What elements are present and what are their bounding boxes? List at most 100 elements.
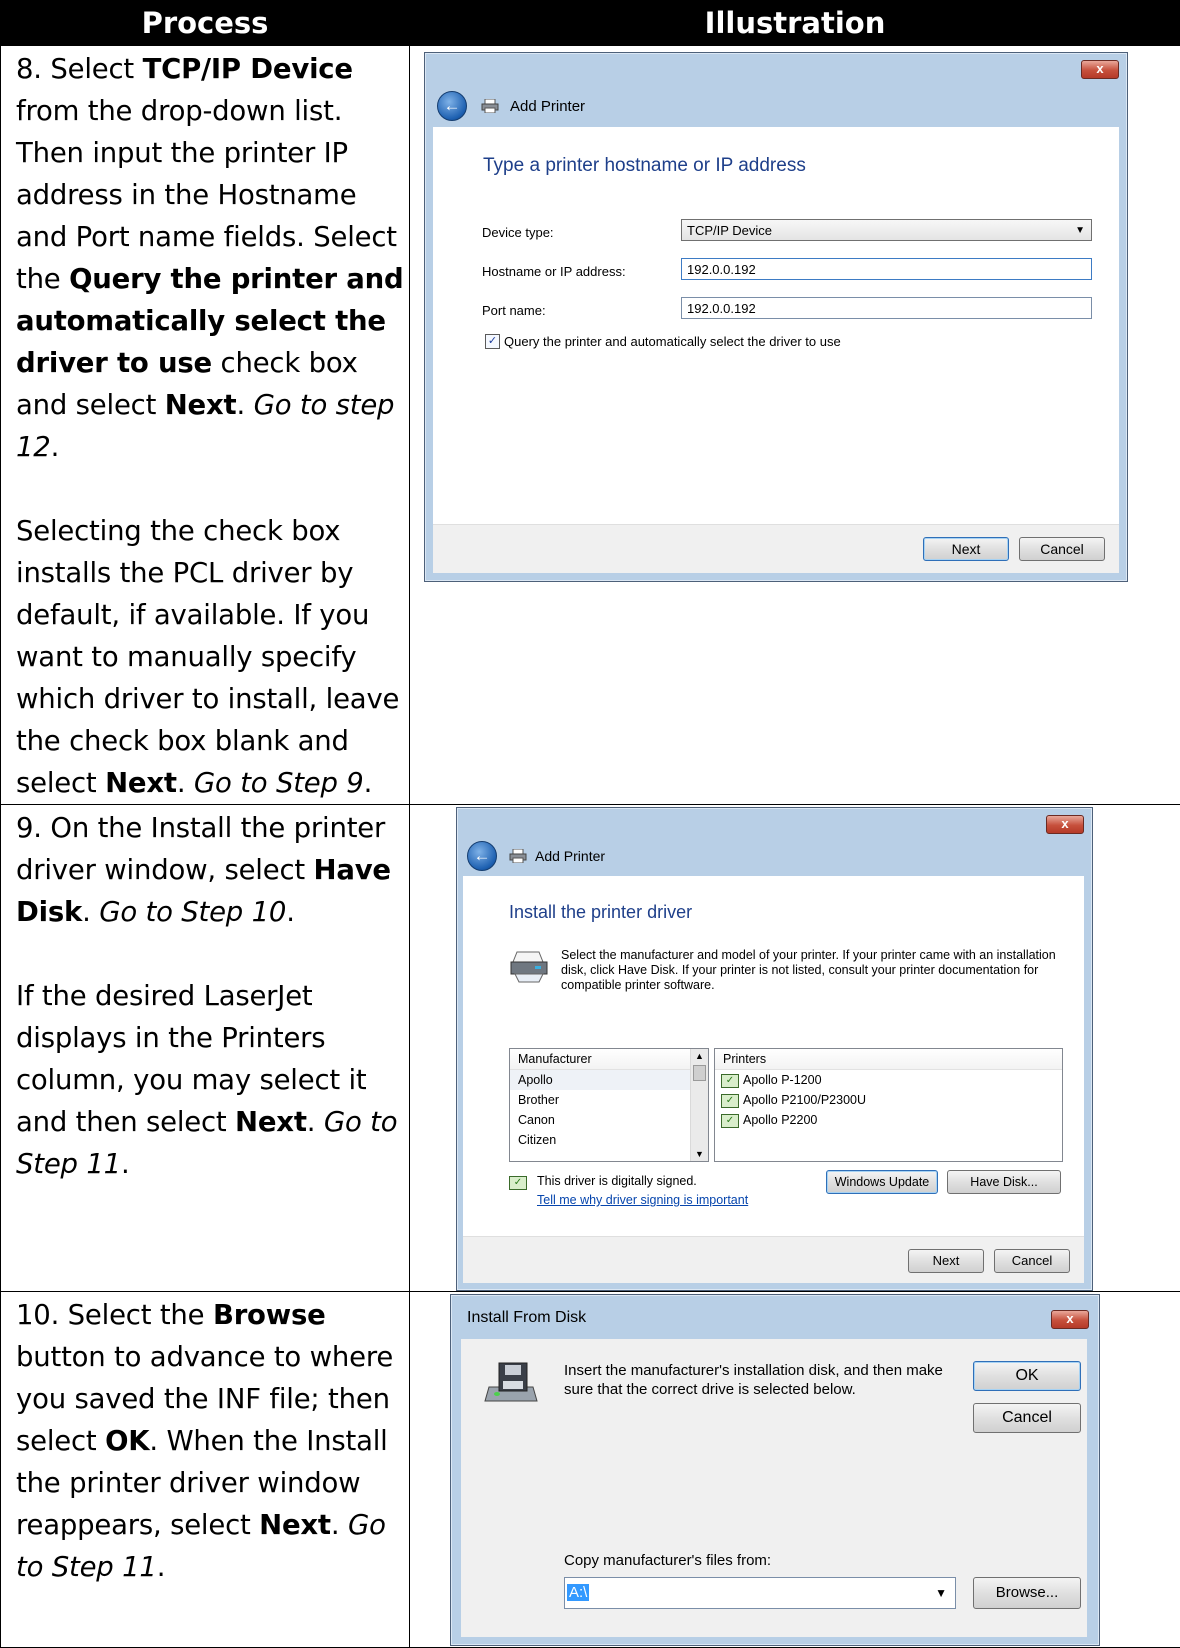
body-text: . bbox=[82, 896, 99, 928]
signed-driver-icon: ✓ bbox=[721, 1114, 739, 1128]
printer-icon bbox=[481, 99, 499, 113]
signed-driver-icon: ✓ bbox=[509, 1176, 527, 1190]
step-8-process-cell: 8. Select TCP/IP Device from the drop-do… bbox=[1, 46, 410, 805]
step-9-paragraph-2: If the desired LaserJet displays in the … bbox=[16, 975, 405, 1185]
step-8-illustration-cell: x ← Add Printer Type a printer hostname … bbox=[410, 46, 1180, 805]
chevron-down-icon: ▼ bbox=[1075, 220, 1085, 241]
ok-button[interactable]: OK bbox=[973, 1361, 1081, 1391]
manufacturer-item[interactable]: Apollo bbox=[510, 1070, 708, 1090]
step-9-text: 9. On the Install the printer driver win… bbox=[1, 805, 409, 1185]
step-9-paragraph-1: 9. On the Install the printer driver win… bbox=[16, 807, 405, 933]
hostname-label: Hostname or IP address: bbox=[482, 264, 626, 279]
body-text: 8. Select bbox=[16, 53, 143, 85]
manufacturer-scrollbar[interactable]: ▲▼ bbox=[690, 1049, 708, 1161]
dialog-heading: Type a printer hostname or IP address bbox=[483, 155, 806, 177]
disk-drive-icon bbox=[483, 1361, 539, 1405]
query-printer-label: Query the printer and automatically sele… bbox=[504, 334, 841, 349]
dialog-title: Add Printer bbox=[535, 848, 605, 864]
body-text: . bbox=[286, 896, 295, 928]
copy-from-path-combobox[interactable]: A:\ ▼ bbox=[564, 1577, 956, 1609]
printer-item[interactable]: ✓ Apollo P2200 bbox=[715, 1110, 1062, 1130]
driver-description: Select the manufacturer and model of you… bbox=[561, 948, 1056, 993]
body-text: . bbox=[51, 431, 60, 463]
next-button[interactable]: Next bbox=[923, 537, 1009, 561]
dialog-footer: Next Cancel bbox=[463, 1236, 1084, 1283]
driver-signing-link[interactable]: Tell me why driver signing is important bbox=[537, 1193, 748, 1207]
step-8-paragraph-2: Selecting the check box installs the PCL… bbox=[16, 510, 405, 804]
emphasis-text: TCP/IP Device bbox=[143, 53, 353, 85]
device-type-value: TCP/IP Device bbox=[687, 223, 772, 238]
step-10-process-cell: 10. Select the Browse button to advance … bbox=[1, 1292, 410, 1648]
have-disk-button[interactable]: Have Disk... bbox=[947, 1170, 1061, 1194]
signed-text: This driver is digitally signed. bbox=[537, 1174, 697, 1189]
windows-update-button[interactable]: Windows Update bbox=[826, 1170, 938, 1194]
step-8-text: 8. Select TCP/IP Device from the drop-do… bbox=[1, 46, 409, 804]
printer-item-label: Apollo P2200 bbox=[743, 1113, 817, 1127]
body-text: 10. Select the bbox=[16, 1299, 213, 1331]
port-name-input[interactable]: 192.0.0.192 bbox=[681, 297, 1092, 319]
printer-item-label: Apollo P-1200 bbox=[743, 1073, 822, 1087]
body-text: . bbox=[157, 1551, 166, 1583]
printer-icon bbox=[509, 849, 527, 863]
device-type-dropdown[interactable]: TCP/IP Device ▼ bbox=[681, 219, 1092, 241]
step-9-illustration-cell: x ← Add Printer Install the printer driv… bbox=[410, 805, 1180, 1292]
cancel-button[interactable]: Cancel bbox=[973, 1403, 1081, 1433]
body-text: . bbox=[331, 1509, 348, 1541]
step-10-illustration-cell: Install From Disk x Insert the manufactu… bbox=[410, 1292, 1180, 1648]
printers-header[interactable]: Printers bbox=[715, 1049, 1062, 1070]
dialog-heading: Install the printer driver bbox=[509, 902, 692, 923]
dialog-title: Install From Disk bbox=[467, 1309, 586, 1327]
body-text: . bbox=[237, 389, 254, 421]
disk-message: Insert the manufacturer's installation d… bbox=[564, 1361, 944, 1399]
port-name-label: Port name: bbox=[482, 303, 546, 318]
body-text: . bbox=[307, 1106, 324, 1138]
cancel-button[interactable]: Cancel bbox=[994, 1249, 1070, 1273]
body-text: Selecting the check box installs the PCL… bbox=[16, 515, 399, 799]
signed-driver-icon: ✓ bbox=[721, 1074, 739, 1088]
printer-item-label: Apollo P2100/P2300U bbox=[743, 1093, 866, 1107]
dialog-title: Add Printer bbox=[510, 98, 585, 115]
copy-from-path-value: A:\ bbox=[567, 1584, 589, 1601]
copy-from-label: Copy manufacturer's files from: bbox=[564, 1552, 771, 1569]
emphasis-text: OK bbox=[105, 1425, 149, 1457]
body-text: . bbox=[177, 767, 194, 799]
step-10-text: 10. Select the Browse button to advance … bbox=[1, 1292, 409, 1588]
emphasis-text: Browse bbox=[213, 1299, 326, 1331]
add-printer-dialog-driver: x ← Add Printer Install the printer driv… bbox=[456, 807, 1093, 1291]
add-printer-dialog-hostname: x ← Add Printer Type a printer hostname … bbox=[424, 52, 1128, 582]
printer-item[interactable]: ✓ Apollo P-1200 bbox=[715, 1070, 1062, 1090]
chevron-down-icon[interactable]: ▼ bbox=[935, 1578, 947, 1608]
dialog-content-area: Install the printer driver Select the ma… bbox=[463, 876, 1084, 1236]
step-10-paragraph-1: 10. Select the Browse button to advance … bbox=[16, 1294, 405, 1588]
manufacturer-item[interactable]: Citizen bbox=[510, 1130, 708, 1150]
step-reference-text: Go to Step 10 bbox=[99, 896, 286, 928]
printer-item[interactable]: ✓ Apollo P2100/P2300U bbox=[715, 1090, 1062, 1110]
back-arrow-icon[interactable]: ← bbox=[437, 91, 467, 121]
next-button[interactable]: Next bbox=[908, 1249, 984, 1273]
header-illustration: Illustration bbox=[410, 1, 1180, 46]
query-printer-checkbox[interactable]: ✓ bbox=[485, 334, 500, 349]
emphasis-text: Next bbox=[105, 767, 177, 799]
browse-button[interactable]: Browse... bbox=[973, 1577, 1081, 1609]
dialog-content-area: Type a printer hostname or IP address De… bbox=[433, 127, 1119, 524]
manufacturer-list[interactable]: Manufacturer Apollo Brother Canon Citize… bbox=[509, 1048, 709, 1162]
printer-driver-icon bbox=[509, 950, 549, 984]
back-arrow-icon[interactable]: ← bbox=[467, 841, 497, 871]
manufacturer-item[interactable]: Canon bbox=[510, 1110, 708, 1130]
signed-driver-icon: ✓ bbox=[721, 1094, 739, 1108]
dialog-footer: Next Cancel bbox=[433, 524, 1119, 573]
install-from-disk-dialog: Install From Disk x Insert the manufactu… bbox=[450, 1294, 1100, 1646]
body-text: . bbox=[364, 767, 373, 799]
close-button[interactable]: x bbox=[1081, 60, 1119, 79]
cancel-button[interactable]: Cancel bbox=[1019, 537, 1105, 561]
close-button[interactable]: x bbox=[1046, 815, 1084, 834]
emphasis-text: Next bbox=[235, 1106, 307, 1138]
printers-list[interactable]: Printers ✓ Apollo P-1200 ✓ Apollo P2100/P2… bbox=[714, 1048, 1063, 1162]
manufacturer-header[interactable]: Manufacturer bbox=[510, 1049, 708, 1070]
manufacturer-item[interactable]: Brother bbox=[510, 1090, 708, 1110]
dialog-content-area: Insert the manufacturer's installation d… bbox=[461, 1339, 1087, 1637]
hostname-input[interactable]: 192.0.0.192 bbox=[681, 258, 1092, 280]
close-button[interactable]: x bbox=[1051, 1310, 1089, 1329]
device-type-label: Device type: bbox=[482, 225, 554, 240]
step-9-process-cell: 9. On the Install the printer driver win… bbox=[1, 805, 410, 1292]
